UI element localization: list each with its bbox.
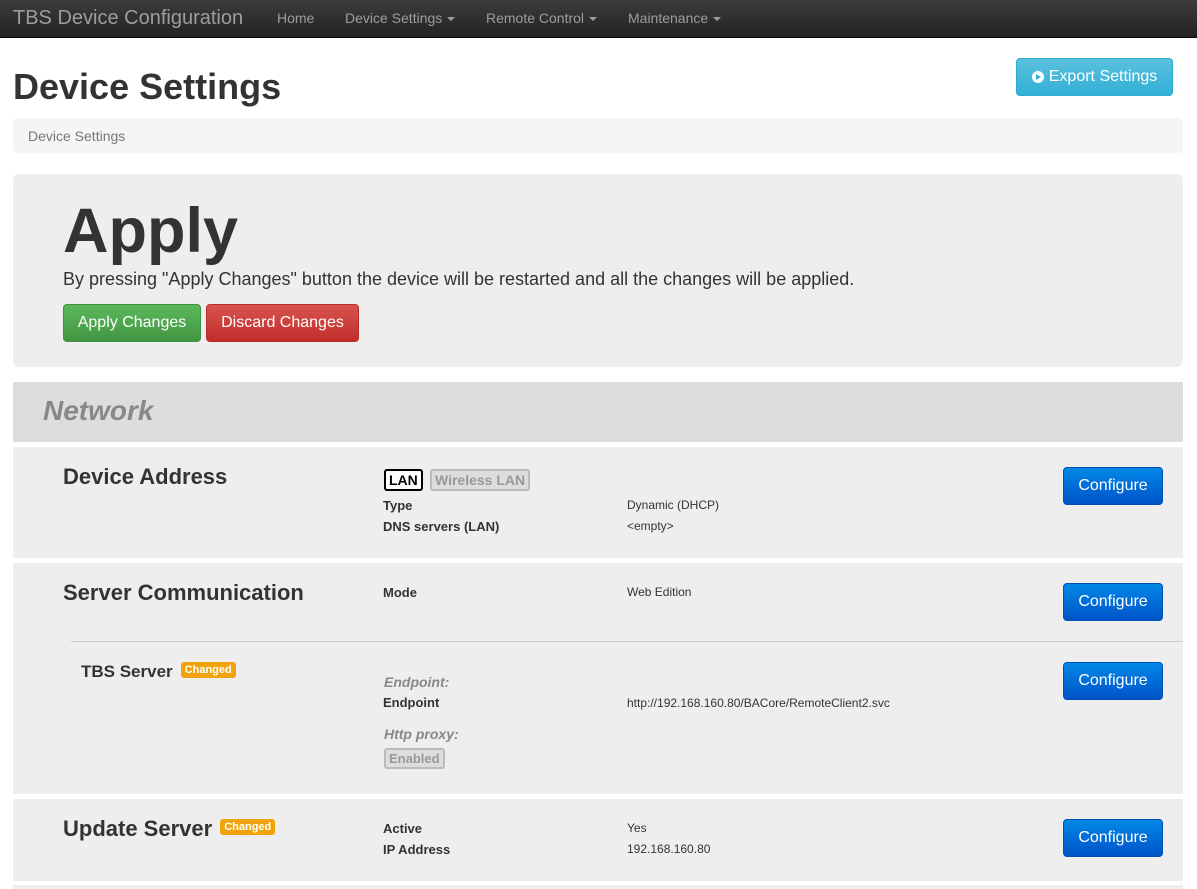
divider	[71, 641, 1183, 642]
update-server-panel: Update Server Changed Active Yes IP Addre…	[13, 799, 1183, 881]
export-settings-label: Export Settings	[1048, 68, 1158, 85]
page-title: Device Settings	[13, 66, 282, 107]
ip-address-label: IP Address	[383, 842, 451, 857]
nav-remote-control[interactable]: Remote Control	[486, 10, 598, 26]
device-address-title: Device Address	[63, 464, 228, 489]
circle-arrow-right-icon	[1031, 71, 1044, 83]
caret-down-icon	[589, 17, 598, 22]
apply-changes-button[interactable]: Apply Changes	[63, 304, 201, 342]
apply-title: Apply	[63, 196, 239, 266]
nav-maintenance-label: Maintenance	[628, 10, 709, 26]
nav-device-settings[interactable]: Device Settings	[345, 10, 456, 26]
breadcrumb-item: Device Settings	[28, 128, 126, 144]
export-settings-button[interactable]: Export Settings	[1016, 58, 1173, 96]
active-label: Active	[383, 821, 423, 836]
network-section-title: Network	[43, 395, 154, 426]
caret-down-icon	[713, 17, 722, 22]
tab-wireless-lan[interactable]: Wireless LAN	[430, 469, 531, 491]
type-value: Dynamic (DHCP)	[627, 498, 720, 512]
update-server-configure-button[interactable]: Configure	[1063, 819, 1163, 857]
next-panel-edge	[13, 885, 1183, 889]
breadcrumb: Device Settings	[13, 118, 1183, 153]
http-proxy-enabled-tag: Enabled	[384, 748, 445, 769]
top-navbar: TBS Device Configuration Home Device Set…	[0, 0, 1197, 38]
ip-address-value: 192.168.160.80	[627, 842, 711, 856]
mode-value: Web Edition	[627, 585, 692, 599]
tbs-server-configure-button[interactable]: Configure	[1063, 662, 1163, 700]
update-server-title: Update Server Changed	[63, 816, 276, 842]
apply-panel: Apply By pressing "Apply Changes" button…	[13, 174, 1183, 367]
active-value: Yes	[627, 821, 647, 835]
device-address-configure-button[interactable]: Configure	[1063, 467, 1163, 505]
nav-home-label: Home	[277, 10, 315, 26]
http-proxy-heading: Http proxy:	[384, 726, 459, 742]
server-communication-title: Server Communication	[63, 580, 304, 605]
update-server-label: Update Server	[63, 816, 213, 841]
network-section-header: Network	[13, 382, 1183, 442]
device-address-panel: Device Address LAN Wireless LAN Type Dyn…	[13, 447, 1183, 558]
discard-changes-button[interactable]: Discard Changes	[206, 304, 359, 342]
caret-down-icon	[447, 17, 456, 22]
nav-device-settings-label: Device Settings	[345, 10, 443, 26]
nav-remote-control-label: Remote Control	[486, 10, 585, 26]
type-label: Type	[383, 498, 413, 513]
nav-maintenance[interactable]: Maintenance	[628, 10, 722, 26]
tbs-server-title: TBS Server Changed	[81, 661, 236, 682]
mode-label: Mode	[383, 585, 417, 600]
endpoint-value: http://192.168.160.80/BACore/RemoteClien…	[627, 696, 890, 710]
brand-title[interactable]: TBS Device Configuration	[13, 7, 243, 30]
endpoint-label: Endpoint	[383, 695, 440, 710]
nav-home[interactable]: Home	[277, 10, 314, 26]
server-communication-configure-button[interactable]: Configure	[1063, 583, 1163, 621]
apply-description: By pressing "Apply Changes" button the d…	[63, 269, 855, 289]
changed-badge: Changed	[220, 819, 276, 836]
dns-servers-label: DNS servers (LAN)	[383, 519, 500, 534]
changed-badge: Changed	[180, 661, 236, 678]
tab-lan[interactable]: LAN	[384, 469, 423, 491]
tbs-server-label: TBS Server	[81, 662, 173, 681]
dns-servers-value: <empty>	[627, 519, 674, 533]
endpoint-heading: Endpoint:	[384, 674, 450, 690]
server-communication-panel: Server Communication Mode Web Edition Co…	[13, 563, 1183, 794]
